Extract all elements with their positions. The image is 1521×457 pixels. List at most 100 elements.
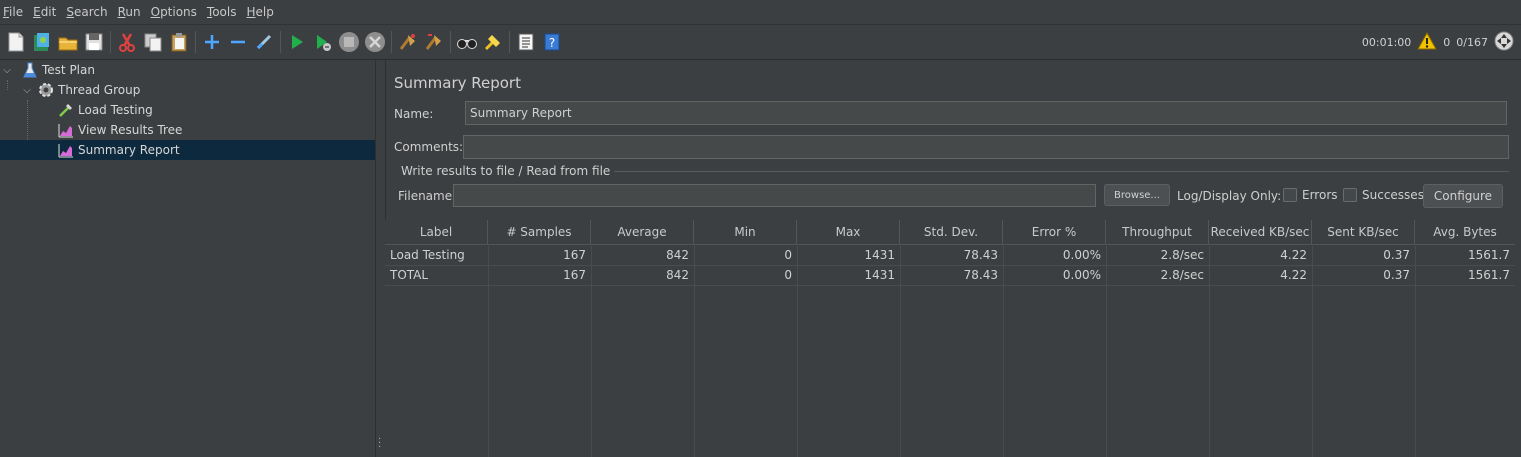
paste-icon[interactable]: [168, 31, 190, 53]
menu-options-mnemonic: O: [150, 5, 161, 19]
table-row[interactable]: TOTAL 167 842 0 1431 78.43 0.00% 2.8/sec…: [385, 265, 1515, 286]
remote-icon[interactable]: [1494, 31, 1514, 54]
stop-icon[interactable]: [338, 31, 360, 53]
col-error-pct[interactable]: Error %: [1003, 220, 1106, 244]
pipette-icon: [58, 102, 74, 118]
cut-icon[interactable]: [116, 31, 138, 53]
errors-label: Errors: [1302, 188, 1338, 202]
cell-samples: 167: [563, 268, 586, 282]
splitter-grip[interactable]: · · ·: [378, 435, 381, 453]
menu-search-label: earch: [73, 5, 108, 19]
tree-item-view-results-tree[interactable]: View Results Tree: [0, 120, 375, 140]
tree-item-label: Summary Report: [78, 143, 180, 157]
col-average[interactable]: Average: [591, 220, 694, 244]
active-threads: 0/167: [1456, 35, 1488, 49]
tree-item-label: View Results Tree: [78, 123, 183, 137]
tree-item-load-testing[interactable]: Load Testing: [0, 100, 375, 120]
tree-item-thread-group[interactable]: ⌵ Thread Group: [0, 80, 375, 100]
menu-file[interactable]: File: [0, 5, 28, 19]
cell-throughput: 2.8/sec: [1160, 268, 1204, 282]
cell-max: 1431: [864, 248, 895, 262]
toggle-icon[interactable]: [253, 31, 275, 53]
col-std-dev[interactable]: Std. Dev.: [900, 220, 1003, 244]
toolbar-separator: [280, 31, 281, 53]
results-table: Label # Samples Average Min Max Std. Dev…: [385, 220, 1515, 457]
reset-search-icon[interactable]: [482, 31, 504, 53]
copy-icon[interactable]: [142, 31, 164, 53]
tree-item-label: Thread Group: [58, 83, 141, 97]
start-icon[interactable]: [286, 31, 308, 53]
table-row[interactable]: Load Testing 167 842 0 1431 78.43 0.00% …: [385, 245, 1515, 266]
menu-search[interactable]: Search: [61, 5, 112, 19]
menu-edit[interactable]: Edit: [28, 5, 61, 19]
cell-sent-kb: 0.37: [1383, 248, 1410, 262]
successes-checkbox[interactable]: [1343, 188, 1357, 202]
toolbar-separator: [110, 31, 111, 53]
menu-options[interactable]: Options: [146, 5, 202, 19]
col-throughput[interactable]: Throughput: [1106, 220, 1209, 244]
toolbar-separator: [391, 31, 392, 53]
configure-button[interactable]: Configure: [1423, 184, 1503, 208]
menu-help-label: elp: [255, 5, 274, 19]
col-received-kb[interactable]: Received KB/sec: [1209, 220, 1312, 244]
shutdown-icon[interactable]: [364, 31, 386, 53]
warning-icon[interactable]: [1417, 31, 1438, 53]
chevron-down-icon[interactable]: ⌵: [0, 65, 14, 76]
cell-avg-bytes: 1561.7: [1468, 268, 1510, 282]
cell-min: 0: [784, 268, 792, 282]
search-icon[interactable]: [456, 31, 478, 53]
col-sent-kb[interactable]: Sent KB/sec: [1312, 220, 1415, 244]
help-icon[interactable]: ?: [541, 31, 563, 53]
toolbar-separator: [195, 31, 196, 53]
comments-field[interactable]: [463, 135, 1509, 159]
menu-file-label: ile: [9, 5, 24, 19]
cell-throughput: 2.8/sec: [1160, 248, 1204, 262]
clear-all-icon[interactable]: [423, 31, 445, 53]
run-status: 00:01:00 0 0/167: [1359, 25, 1517, 59]
cell-error-pct: 0.00%: [1062, 248, 1101, 262]
toolbar-separator: [450, 31, 451, 53]
menu-tools[interactable]: Tools: [202, 5, 242, 19]
chevron-down-icon[interactable]: ⌵: [20, 85, 34, 96]
expand-icon[interactable]: [201, 31, 223, 53]
cell-average: 842: [666, 248, 689, 262]
menu-run[interactable]: Run: [113, 5, 146, 19]
open-icon[interactable]: [57, 31, 79, 53]
successes-label: Successes: [1362, 188, 1424, 202]
toolbar: ? 00:01:00 0 0/167: [0, 25, 1521, 60]
file-group-title: Write results to file / Read from file: [397, 164, 615, 178]
filename-input[interactable]: [453, 184, 1096, 207]
errors-checkbox[interactable]: [1283, 188, 1297, 202]
gear-icon: [38, 82, 54, 98]
cell-label: TOTAL: [390, 268, 429, 282]
save-icon[interactable]: [83, 31, 105, 53]
summary-report-panel: Summary Report Name: Summary Report Comm…: [385, 60, 1521, 457]
templates-icon[interactable]: [31, 31, 53, 53]
filename-label: Filename: [398, 189, 453, 203]
browse-button[interactable]: Browse...: [1104, 184, 1170, 206]
flask-icon: [22, 62, 38, 78]
col-samples[interactable]: # Samples: [488, 220, 591, 244]
graph-icon: [58, 122, 74, 138]
function-helper-icon[interactable]: [515, 31, 537, 53]
start-no-pause-icon[interactable]: [312, 31, 334, 53]
cell-avg-bytes: 1561.7: [1468, 248, 1510, 262]
menu-options-label: ptions: [160, 5, 197, 19]
menu-tools-label: ools: [212, 5, 237, 19]
new-icon[interactable]: [5, 31, 27, 53]
clear-icon[interactable]: [397, 31, 419, 53]
cell-max: 1431: [864, 268, 895, 282]
col-avg-bytes[interactable]: Avg. Bytes: [1415, 220, 1515, 244]
menu-bar: File Edit Search Run Options Tools Help: [0, 0, 1521, 25]
col-label[interactable]: Label: [385, 220, 488, 244]
col-min[interactable]: Min: [694, 220, 797, 244]
col-max[interactable]: Max: [797, 220, 900, 244]
menu-help[interactable]: Help: [242, 5, 279, 19]
name-label: Name:: [394, 107, 434, 121]
name-field[interactable]: Summary Report: [465, 101, 1507, 125]
tree-item-summary-report[interactable]: Summary Report: [0, 140, 375, 160]
cell-std-dev: 78.43: [963, 268, 998, 282]
collapse-icon[interactable]: [227, 31, 249, 53]
tree-item-label: Test Plan: [42, 63, 95, 77]
tree-item-test-plan[interactable]: ⌵ Test Plan: [0, 60, 375, 80]
